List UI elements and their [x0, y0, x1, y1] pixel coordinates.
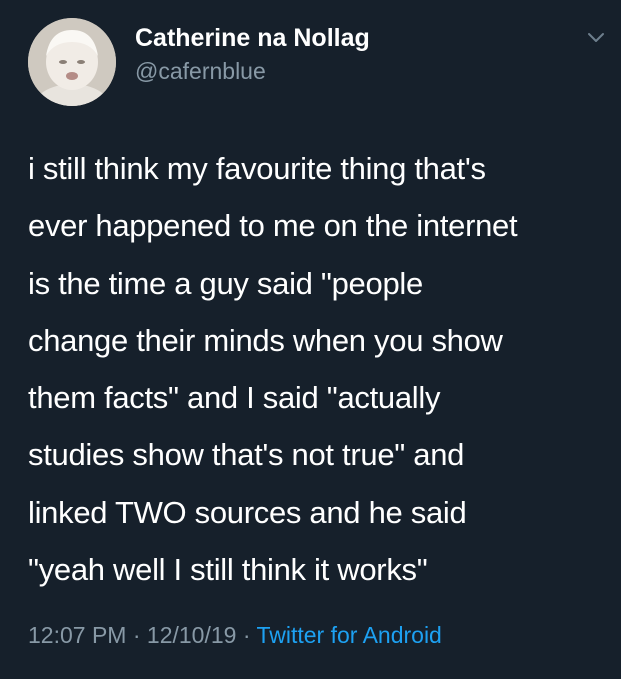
author-display-name[interactable]: Catherine na Nollag — [135, 22, 370, 54]
tweet-text: i still think my favourite thing that's … — [28, 151, 518, 588]
tweet-source-link[interactable]: Twitter for Android — [256, 622, 441, 648]
avatar-photo — [28, 18, 116, 106]
meta-separator: · — [242, 622, 251, 648]
author-handle[interactable]: @cafernblue — [135, 56, 370, 86]
avatar[interactable] — [28, 18, 116, 106]
tweet-date[interactable]: 12/10/19 — [147, 622, 237, 648]
tweet-metadata: 12:07 PM · 12/10/19 · Twitter for Androi… — [28, 620, 442, 650]
author-info: Catherine na Nollag @cafernblue — [135, 22, 370, 86]
meta-separator: · — [132, 622, 141, 648]
tweet-time[interactable]: 12:07 PM — [28, 622, 126, 648]
tweet-card: Catherine na Nollag @cafernblue i still … — [0, 0, 621, 679]
chevron-down-icon[interactable] — [585, 26, 607, 48]
